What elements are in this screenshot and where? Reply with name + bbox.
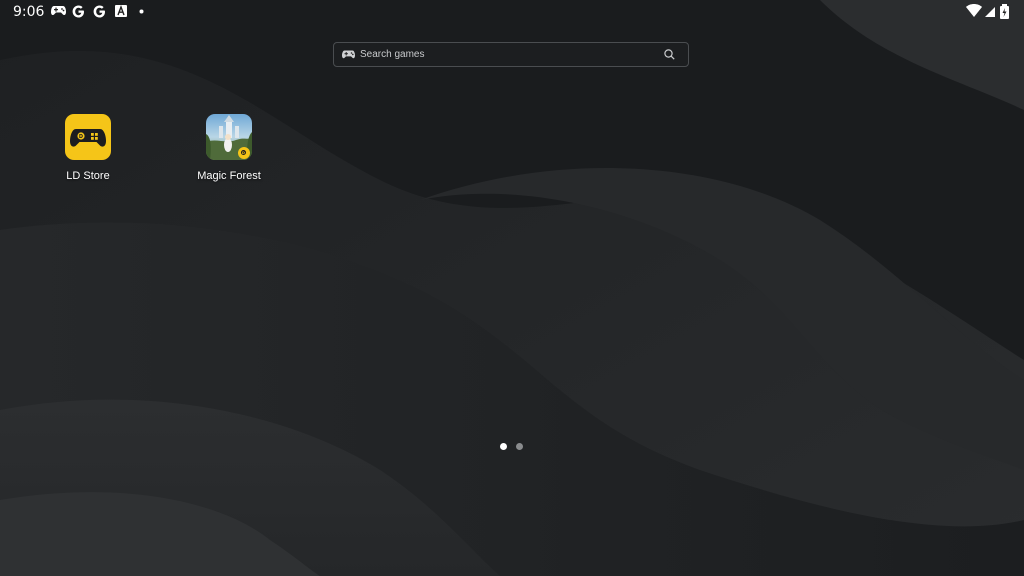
gamepad-icon — [342, 50, 355, 59]
page-dot[interactable] — [516, 443, 523, 450]
wifi-icon — [966, 4, 982, 17]
svg-text:D: D — [79, 134, 83, 140]
app-ld-store[interactable]: D LD Store — [38, 114, 138, 182]
app-label: Magic Forest — [197, 170, 261, 182]
google-icon — [72, 5, 84, 18]
home-screen: 9:06 Search games D LD Store D Magic For… — [0, 0, 1024, 576]
ld-store-icon[interactable]: D — [65, 114, 111, 160]
app-magic-forest[interactable]: D Magic Forest — [179, 114, 279, 182]
search-bar[interactable]: Search games — [333, 42, 689, 67]
svg-text:D: D — [242, 151, 245, 155]
app-label: LD Store — [66, 170, 110, 182]
search-placeholder: Search games — [360, 49, 425, 60]
gamepad-icon — [51, 6, 66, 16]
cell-signal-icon — [985, 7, 995, 17]
system-status-icons — [966, 4, 1009, 19]
page-indicator — [500, 443, 526, 451]
clock: 9:06 — [13, 4, 45, 20]
status-bar: 9:06 — [0, 0, 1024, 24]
page-dot-active[interactable] — [500, 443, 507, 450]
battery-icon — [1000, 4, 1009, 19]
search-icon[interactable] — [664, 49, 675, 60]
store-a-icon — [115, 5, 127, 17]
magic-forest-icon[interactable]: D — [206, 114, 252, 160]
google-icon — [93, 5, 105, 18]
wallpaper — [0, 0, 1024, 576]
dot-icon — [139, 9, 144, 14]
